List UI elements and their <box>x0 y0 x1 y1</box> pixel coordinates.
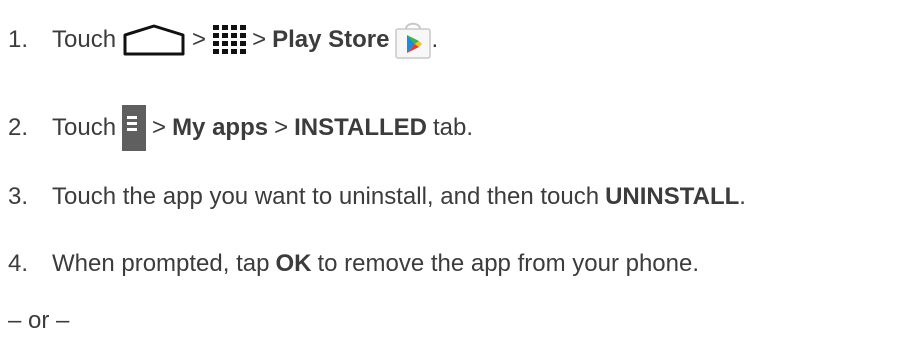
step-3: 3. Touch the app you want to uninstall, … <box>8 181 746 213</box>
play-store-label: Play Store <box>272 26 390 53</box>
step-text: to remove the app from your phone. <box>317 250 700 277</box>
step-number: 2. <box>8 114 29 141</box>
alternate-text: – or – <box>8 307 70 334</box>
step-number: 3. <box>8 183 29 210</box>
menu-icon <box>122 105 147 151</box>
separator: > <box>252 26 267 53</box>
separator: > <box>192 26 207 53</box>
step-text: tab. <box>433 114 474 141</box>
play-store-icon <box>395 21 432 59</box>
ok-label: OK <box>275 250 312 277</box>
my-apps-label: My apps <box>172 114 269 141</box>
step-text: Touch the app you want to uninstall, and… <box>52 183 600 210</box>
step-number: 4. <box>8 250 29 277</box>
step-2: 2. Touch > My apps > INSTALLED tab. <box>8 104 473 152</box>
uninstall-label: UNINSTALL <box>605 183 740 210</box>
step-4: 4. When prompted, tap OK to remove the a… <box>8 248 699 280</box>
step-end: . <box>739 183 746 210</box>
step-1: 1. Touch > > Play Store . <box>8 18 438 62</box>
installed-label: INSTALLED <box>294 114 427 141</box>
step-number: 1. <box>8 26 29 53</box>
apps-grid-icon <box>212 24 247 56</box>
step-end: . <box>431 26 439 53</box>
home-icon <box>122 23 186 57</box>
separator: > <box>274 114 289 141</box>
step-text: When prompted, tap <box>52 250 270 277</box>
separator: > <box>152 114 167 141</box>
step-text: Touch <box>52 114 117 141</box>
alternate-separator: – or – <box>8 306 69 336</box>
step-text: Touch <box>52 26 117 53</box>
